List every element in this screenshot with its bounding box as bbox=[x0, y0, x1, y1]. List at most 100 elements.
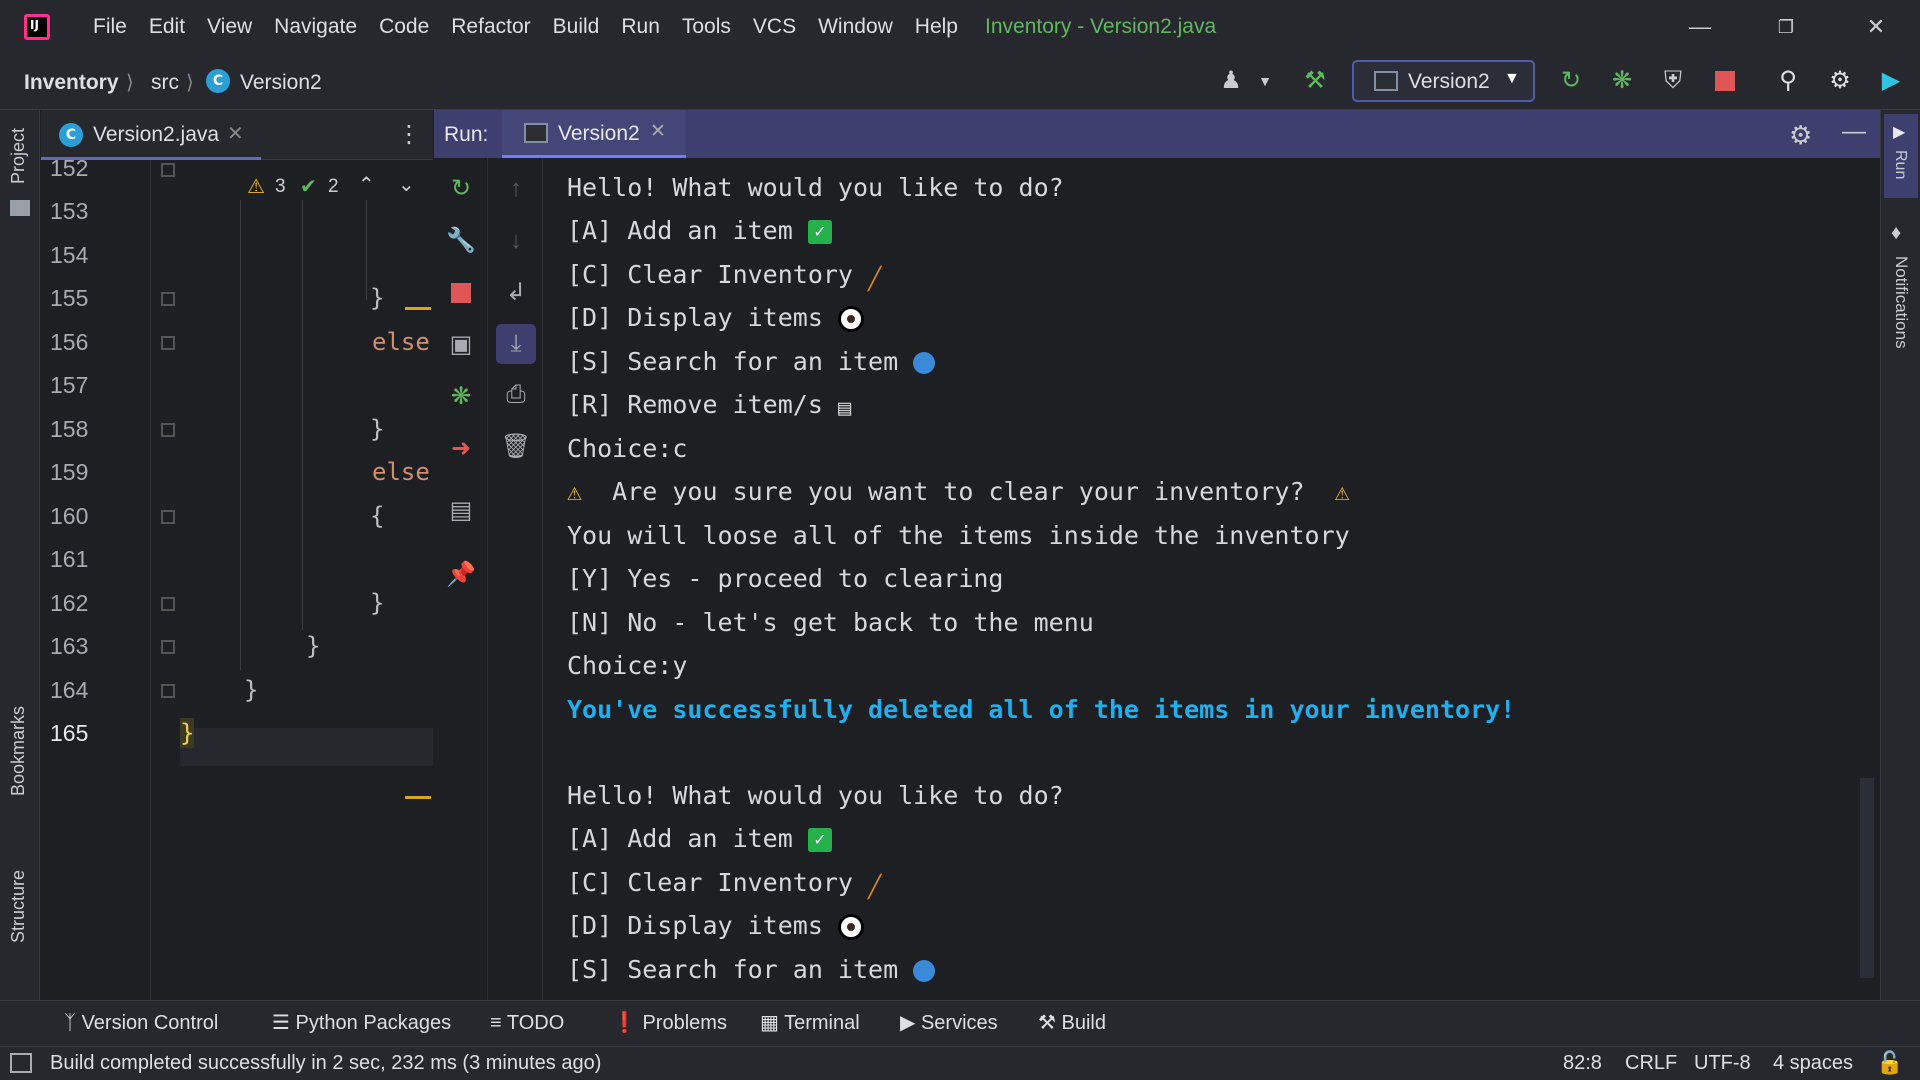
dump-threads-camera-icon[interactable]: ▣ bbox=[444, 328, 478, 362]
search-icon[interactable]: ⚲ bbox=[1773, 66, 1803, 96]
structure-tool-button[interactable]: Structure bbox=[8, 870, 29, 943]
build-hammer-icon[interactable]: ⚒ bbox=[1300, 66, 1330, 96]
fold-marker-icon[interactable] bbox=[161, 163, 175, 177]
minimize-button[interactable]: — bbox=[1670, 12, 1730, 42]
lock-icon[interactable]: 🔓 bbox=[1876, 1050, 1903, 1076]
menu-build[interactable]: Build bbox=[542, 14, 611, 40]
breadcrumb-file[interactable]: Version2 bbox=[240, 70, 322, 96]
eye-icon bbox=[837, 914, 864, 940]
layout-icon[interactable]: ▤ bbox=[444, 494, 478, 528]
menu-run[interactable]: Run bbox=[610, 14, 671, 40]
code-with-me-icon[interactable]: ▶ bbox=[1876, 66, 1906, 96]
print-icon[interactable]: ⎙ bbox=[499, 378, 533, 412]
close-tab-icon[interactable]: ✕ bbox=[227, 121, 244, 146]
console-line: [D] Display items bbox=[567, 910, 864, 942]
fold-marker-icon[interactable] bbox=[161, 510, 175, 524]
file-encoding[interactable]: UTF-8 bbox=[1694, 1050, 1751, 1076]
menu-file[interactable]: File bbox=[82, 14, 138, 40]
project-tool-button[interactable]: Project bbox=[8, 128, 29, 184]
menu-navigate[interactable]: Navigate bbox=[263, 14, 368, 40]
menu-vcs[interactable]: VCS bbox=[742, 14, 807, 40]
line-separator[interactable]: CRLF bbox=[1625, 1050, 1677, 1076]
chevron-down-icon[interactable]: ▼ bbox=[1250, 66, 1280, 96]
console-scrollbar[interactable] bbox=[1860, 778, 1874, 978]
rerun-icon[interactable]: ↻ bbox=[1556, 66, 1586, 96]
fold-marker-icon[interactable] bbox=[161, 684, 175, 698]
bookmarks-tool-button[interactable]: Bookmarks bbox=[8, 706, 29, 796]
breadcrumb-project[interactable]: Inventory bbox=[24, 70, 119, 96]
problems-tool[interactable]: ❗ Problems bbox=[612, 1010, 727, 1036]
menu-refactor[interactable]: Refactor bbox=[440, 14, 541, 40]
toggle-tool-windows-icon[interactable] bbox=[10, 1053, 32, 1073]
more-options-icon[interactable]: ⋮ bbox=[397, 120, 421, 149]
console-line: [C] Clear Inventory ╱ bbox=[567, 867, 888, 900]
warning-marker bbox=[405, 307, 431, 310]
eye-icon bbox=[837, 306, 864, 332]
menu-view[interactable]: View bbox=[196, 14, 263, 40]
previous-highlight-icon[interactable]: ⌃ bbox=[358, 172, 375, 197]
coverage-icon[interactable]: ⛨ bbox=[1658, 66, 1688, 96]
stop-icon[interactable] bbox=[444, 276, 478, 310]
build-tool[interactable]: ⚒ Build bbox=[1038, 1010, 1106, 1036]
hide-panel-icon[interactable]: — bbox=[1842, 118, 1866, 146]
stop-icon[interactable] bbox=[1710, 66, 1740, 96]
breadcrumb-folder[interactable]: src bbox=[151, 70, 179, 96]
fold-marker-icon[interactable] bbox=[161, 640, 175, 654]
java-class-icon: C bbox=[59, 123, 83, 147]
pin-tab-icon[interactable]: 📌 bbox=[444, 558, 478, 592]
fold-marker-icon[interactable] bbox=[161, 597, 175, 611]
menu-tools[interactable]: Tools bbox=[671, 14, 742, 40]
warning-icon[interactable]: ⚠ bbox=[247, 174, 265, 199]
code-line: else bbox=[372, 328, 430, 356]
magnifier-icon bbox=[913, 352, 936, 374]
account-icon[interactable]: ♟ bbox=[1216, 66, 1246, 96]
services-label: Services bbox=[920, 1012, 998, 1034]
debug-icon[interactable]: ❋ bbox=[1607, 66, 1637, 96]
rerun-icon[interactable]: ↻ bbox=[444, 172, 478, 206]
line-number: 159 bbox=[50, 459, 89, 485]
notifications-bell-icon[interactable]: ♦ bbox=[1891, 222, 1901, 245]
exit-icon[interactable]: ➜ bbox=[444, 432, 478, 466]
scroll-to-end-icon[interactable]: ⤓ bbox=[496, 324, 536, 364]
run-tool-label[interactable]: Run bbox=[1891, 150, 1909, 179]
close-tab-icon[interactable]: ✕ bbox=[650, 120, 666, 143]
intellij-logo-icon[interactable]: IJ bbox=[24, 14, 50, 40]
console-output[interactable]: Hello! What would you like to do? [A] Ad… bbox=[544, 158, 1880, 1000]
status-message[interactable]: Build completed successfully in 2 sec, 2… bbox=[50, 1050, 601, 1076]
typo-check-icon[interactable]: ✔ bbox=[300, 174, 317, 199]
next-highlight-icon[interactable]: ⌄ bbox=[398, 172, 415, 197]
indent-setting[interactable]: 4 spaces bbox=[1773, 1050, 1853, 1076]
close-button[interactable]: ✕ bbox=[1846, 12, 1906, 42]
todo-tool[interactable]: ≡ TODO bbox=[490, 1010, 564, 1036]
console-line-text: [A] Add an item bbox=[567, 824, 793, 853]
python-packages-tool[interactable]: ☰ Python Packages bbox=[272, 1010, 451, 1036]
clear-all-trash-icon[interactable]: 🗑 bbox=[499, 430, 533, 464]
debug-attach-icon[interactable]: ❋ bbox=[444, 380, 478, 414]
run-configuration-selector[interactable]: Version2 ▼ bbox=[1352, 60, 1535, 102]
restore-button[interactable]: ❐ bbox=[1756, 12, 1816, 42]
services-tool[interactable]: ▶ Services bbox=[900, 1010, 998, 1036]
version-control-tool[interactable]: ᛉ Version Control bbox=[64, 1010, 218, 1036]
fold-marker-icon[interactable] bbox=[161, 423, 175, 437]
run-configuration-label: Version2 bbox=[1408, 70, 1490, 93]
down-arrow-icon[interactable]: ↓ bbox=[499, 224, 533, 258]
menu-help[interactable]: Help bbox=[904, 14, 969, 40]
settings-gear-icon[interactable]: ⚙ bbox=[1825, 66, 1855, 96]
soft-wrap-icon[interactable]: ↲ bbox=[499, 276, 533, 310]
console-line: [R] Remove item/s ▤ bbox=[567, 389, 860, 421]
fold-marker-icon[interactable] bbox=[161, 336, 175, 350]
terminal-tool[interactable]: ▦ Terminal bbox=[760, 1010, 860, 1036]
menu-window[interactable]: Window bbox=[807, 14, 904, 40]
line-number: 163 bbox=[50, 633, 89, 659]
up-arrow-icon[interactable]: ↑ bbox=[499, 172, 533, 206]
modify-run-config-icon[interactable]: 🔧 bbox=[444, 224, 478, 258]
console-line: Choice:c bbox=[567, 434, 688, 463]
run-tab-version2[interactable]: Version2 ✕ bbox=[502, 110, 686, 158]
caret-position[interactable]: 82:8 bbox=[1563, 1050, 1602, 1076]
notifications-tool-label[interactable]: Notifications bbox=[1891, 256, 1911, 349]
menu-code[interactable]: Code bbox=[368, 14, 440, 40]
menu-edit[interactable]: Edit bbox=[138, 14, 196, 40]
settings-gear-icon[interactable]: ⚙ bbox=[1789, 120, 1812, 151]
run-toolbar-primary: ↻ 🔧 ▣ ❋ ➜ ▤ 📌 bbox=[434, 158, 488, 1000]
fold-marker-icon[interactable] bbox=[161, 292, 175, 306]
